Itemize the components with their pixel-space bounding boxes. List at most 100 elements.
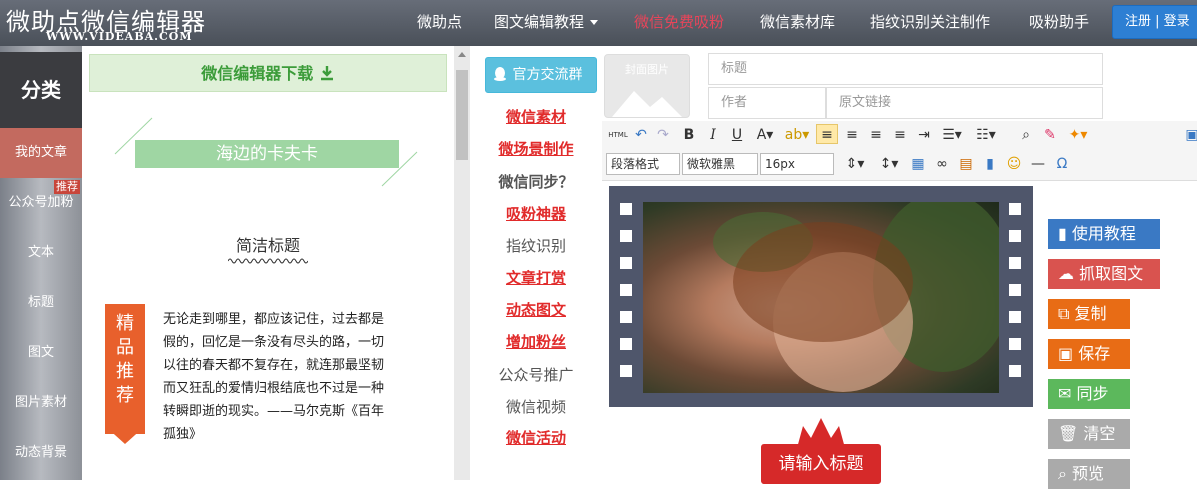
italic-icon[interactable]: I: [704, 125, 722, 145]
film-hole: [620, 203, 632, 215]
spacing-icon[interactable]: ↕▾: [876, 154, 902, 174]
template-simple-title[interactable]: 简洁标题: [82, 232, 454, 256]
link-fan-tool[interactable]: 吸粉神器: [470, 203, 602, 224]
cover-label: 封面图片: [625, 63, 669, 76]
align-justify-icon[interactable]: ≡: [890, 125, 910, 145]
sidebar-title: 分类: [0, 52, 82, 128]
link-wechat-video[interactable]: 微信视频: [470, 396, 602, 417]
nav-item-fan-helper[interactable]: 吸粉助手: [1029, 0, 1089, 46]
title-input[interactable]: 标题: [708, 53, 1103, 85]
align-center-icon[interactable]: ≡: [842, 125, 862, 145]
chevron-down-icon: [590, 20, 599, 25]
horizontal-rule-icon[interactable]: —: [1028, 154, 1048, 174]
link-wechat-materials[interactable]: 微信素材: [470, 106, 602, 127]
tutorial-button[interactable]: ▮ 使用教程: [1048, 219, 1160, 249]
sidebar-item-title[interactable]: 标题: [0, 278, 82, 328]
qq-group-button[interactable]: 官方交流群: [485, 57, 597, 93]
undo-icon[interactable]: ↶: [632, 125, 650, 145]
fetch-article-button[interactable]: ☁ 抓取图文: [1048, 259, 1160, 289]
cover-image-upload[interactable]: 封面图片: [604, 54, 690, 118]
scroll-up-icon[interactable]: [458, 52, 466, 57]
fullscreen-icon[interactable]: ▣: [1185, 125, 1197, 145]
video-icon[interactable]: ▮: [980, 154, 1000, 174]
clear-label: 清空: [1083, 424, 1116, 443]
align-left-icon[interactable]: ≡: [816, 124, 838, 144]
template-scrollbar[interactable]: [454, 46, 470, 480]
link-icon[interactable]: ∞: [932, 154, 952, 174]
image-icon[interactable]: ▤: [956, 154, 976, 174]
woman-photo[interactable]: [643, 192, 1013, 393]
film-hole: [620, 311, 632, 323]
source-link-input[interactable]: 原文链接: [826, 87, 1103, 119]
font-family-select[interactable]: 微软雅黑: [682, 153, 758, 175]
link-fingerprint[interactable]: 指纹识别: [470, 235, 602, 256]
paragraph-format-select[interactable]: 段落格式: [606, 153, 680, 175]
sidebar-item-image-materials[interactable]: 图片素材: [0, 378, 82, 428]
line-height-icon[interactable]: ⇕▾: [842, 154, 868, 174]
magic-icon[interactable]: ✦▾: [1064, 125, 1092, 145]
nav-item-materials[interactable]: 微信素材库: [760, 0, 835, 46]
recommend-tag[interactable]: 精品推荐: [105, 304, 145, 434]
download-button[interactable]: 微信编辑器下载: [89, 54, 447, 92]
special-char-icon[interactable]: Ω: [1052, 154, 1072, 174]
table-icon[interactable]: ▦: [908, 154, 928, 174]
indent-icon[interactable]: ⇥: [914, 125, 934, 145]
copy-label: 复制: [1074, 304, 1107, 323]
emoji-icon[interactable]: ☺: [1004, 154, 1024, 174]
cloud-download-icon: ☁: [1058, 264, 1080, 283]
scroll-thumb[interactable]: [456, 70, 468, 160]
link-animated-graphics[interactable]: 动态图文: [470, 299, 602, 320]
nav-item-fingerprint[interactable]: 指纹识别关注制作: [870, 0, 990, 46]
film-hole: [1009, 365, 1021, 377]
sidebar-item-account-fans[interactable]: 公众号加粉 推荐: [0, 178, 82, 228]
align-right-icon[interactable]: ≡: [866, 125, 886, 145]
link-article-tip[interactable]: 文章打赏: [470, 267, 602, 288]
link-add-fans[interactable]: 增加粉丝: [470, 331, 602, 352]
link-wechat-events[interactable]: 微信活动: [470, 427, 602, 448]
sync-label: 同步: [1076, 384, 1109, 403]
film-hole: [1009, 284, 1021, 296]
download-label: 微信编辑器下载: [201, 64, 314, 83]
film-hole: [620, 365, 632, 377]
copy-button[interactable]: ⧉ 复制: [1048, 299, 1130, 329]
sidebar-item-text[interactable]: 文本: [0, 228, 82, 278]
underline-icon[interactable]: U: [728, 125, 746, 145]
author-input[interactable]: 作者: [708, 87, 826, 119]
sync-button[interactable]: ✉ 同步: [1048, 379, 1130, 409]
html-button[interactable]: HTML: [607, 125, 629, 145]
nav-item-home[interactable]: 微助点: [417, 0, 462, 46]
qq-icon: [494, 67, 506, 81]
save-icon: ▣: [1058, 344, 1079, 363]
template-poem[interactable]: 无论走到哪里，都应该记住，过去都是假的，回忆是一条没有尽头的路，一切以往的春天都…: [163, 308, 393, 446]
clear-button[interactable]: 🗑 清空: [1048, 419, 1130, 449]
nav-item-free-fans[interactable]: 微信免费吸粉: [634, 0, 724, 46]
nav-item-tutorials[interactable]: 图文编辑教程: [494, 0, 599, 46]
save-button[interactable]: ▣ 保存: [1048, 339, 1130, 369]
wechat-icon: ✉: [1058, 384, 1077, 403]
bullet-list-icon[interactable]: ☰▾: [938, 125, 966, 145]
eraser-icon[interactable]: ✎: [1040, 125, 1060, 145]
film-hole: [1009, 338, 1021, 350]
link-micro-scene[interactable]: 微场景制作: [470, 138, 602, 159]
title-placeholder-ribbon[interactable]: 请输入标题: [761, 444, 881, 484]
search-icon: ⌕: [1058, 464, 1073, 483]
preview-button[interactable]: ⌕ 预览: [1048, 459, 1130, 489]
film-hole: [620, 257, 632, 269]
sidebar-item-image-text[interactable]: 图文: [0, 328, 82, 378]
login-button[interactable]: 注册 | 登录: [1112, 5, 1197, 39]
link-wechat-sync[interactable]: 微信同步？: [470, 171, 602, 192]
font-size-select[interactable]: 16px: [760, 153, 834, 175]
tutorial-label: 使用教程: [1071, 224, 1136, 243]
find-icon[interactable]: ⌕: [1016, 125, 1036, 145]
redo-icon[interactable]: ↷: [654, 125, 672, 145]
font-color-icon[interactable]: A▾: [752, 125, 778, 145]
sidebar-item-animated-bg[interactable]: 动态背景: [0, 428, 82, 478]
bold-icon[interactable]: B: [680, 125, 698, 145]
highlight-icon[interactable]: ab▾: [784, 125, 810, 145]
sidebar-item-label: 公众号加粉: [8, 195, 74, 210]
number-list-icon[interactable]: ☷▾: [972, 125, 1000, 145]
link-account-promo[interactable]: 公众号推广: [470, 364, 602, 385]
film-hole: [620, 284, 632, 296]
sidebar-item-my-articles[interactable]: 我的文章: [0, 128, 82, 178]
template-ribbon-title[interactable]: 海边的卡夫卡: [135, 140, 399, 168]
